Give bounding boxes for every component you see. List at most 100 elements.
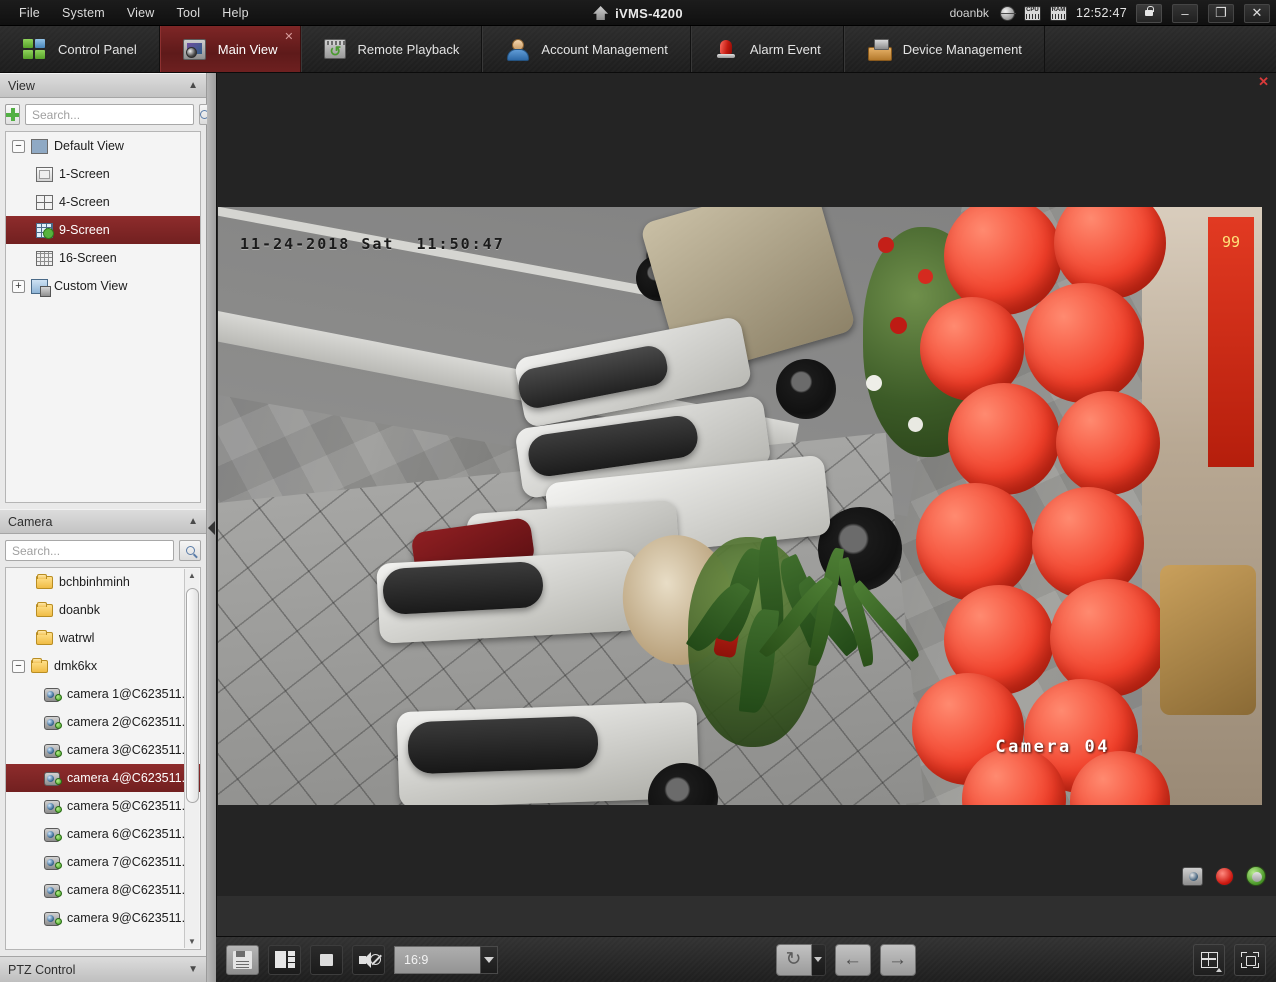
tree-item-custom-view[interactable]: + Custom View <box>6 272 200 300</box>
scrollbar-thumb[interactable] <box>185 588 199 803</box>
tree-item-watrwl[interactable]: watrwl <box>6 624 200 652</box>
tree-item-4-screen[interactable]: 4-Screen <box>6 188 200 216</box>
video-stage: ✕ 99 11-24-2018 Sat 11:50:47 Camera 04 <box>216 73 1276 936</box>
alarm-event-icon <box>714 38 738 60</box>
scene-banner: 99 <box>1208 217 1254 467</box>
chevron-down-icon[interactable]: ▼ <box>188 964 198 975</box>
minimize-button[interactable]: – <box>1172 3 1198 23</box>
tree-item-bchbinhminh[interactable]: bchbinhminh <box>6 568 200 596</box>
tree-item-camera-3[interactable]: camera 3@C623511... <box>6 736 200 764</box>
menu-file[interactable]: File <box>8 3 51 23</box>
tree-item-doanbk[interactable]: doanbk <box>6 596 200 624</box>
tree-item-camera-9[interactable]: camera 9@C623511... <box>6 904 200 932</box>
tab-device-management[interactable]: Device Management <box>843 26 1045 72</box>
menu-tool[interactable]: Tool <box>166 3 212 23</box>
title-bar: File System View Tool Help iVMS-4200 doa… <box>0 0 1276 26</box>
tree-item-camera-5[interactable]: camera 5@C623511... <box>6 792 200 820</box>
scroll-down-icon[interactable]: ▼ <box>186 935 199 948</box>
collapse-expander-icon[interactable]: − <box>12 659 25 673</box>
control-panel-icon <box>22 38 46 60</box>
tree-item-label: bchbinhminh <box>59 575 130 589</box>
aspect-ratio-select[interactable]: 16:9 <box>394 945 498 974</box>
tree-item-dmk6kx[interactable]: − dmk6kx <box>6 652 200 680</box>
camera-search-button[interactable] <box>179 540 201 561</box>
chevron-up-icon[interactable]: ▲ <box>188 516 198 527</box>
layout-button[interactable] <box>268 944 301 975</box>
sidebar-splitter[interactable] <box>207 73 216 982</box>
loop-button[interactable]: ↻ <box>775 943 812 976</box>
camera-icon <box>44 743 62 758</box>
chevron-down-icon <box>484 956 494 963</box>
custom-view-icon <box>31 278 51 297</box>
tree-item-camera-1[interactable]: camera 1@C623511... <box>6 680 200 708</box>
tree-item-label: doanbk <box>59 603 101 617</box>
tree-item-label: 1-Screen <box>59 167 110 181</box>
chevron-down-icon <box>814 957 822 962</box>
main-view-icon <box>182 38 206 60</box>
tree-item-camera-7[interactable]: camera 7@C623511... <box>6 848 200 876</box>
record-icon[interactable] <box>1215 866 1234 886</box>
tree-item-1-screen[interactable]: 1-Screen <box>6 160 200 188</box>
ptz-control-title: PTZ Control <box>8 962 76 977</box>
globe-icon[interactable] <box>999 5 1016 21</box>
titlebar-right-group: doanbk CPU RAM 12:52:47 – ❐ ✕ <box>950 0 1276 26</box>
close-icon[interactable]: ✕ <box>1258 75 1269 88</box>
menu-help[interactable]: Help <box>211 3 260 23</box>
lock-icon[interactable] <box>1136 3 1162 23</box>
camera-panel-header[interactable]: Camera ▲ <box>0 509 206 534</box>
tree-item-16-screen[interactable]: 16-Screen <box>6 244 200 272</box>
menu-view[interactable]: View <box>116 3 166 23</box>
loop-dropdown-button[interactable] <box>811 943 826 976</box>
tree-item-camera-6[interactable]: camera 6@C623511... <box>6 820 200 848</box>
menu-system[interactable]: System <box>51 3 116 23</box>
tab-alarm-event[interactable]: Alarm Event <box>690 26 844 72</box>
ptz-icon[interactable] <box>1246 866 1266 886</box>
close-button[interactable]: ✕ <box>1244 3 1270 23</box>
chevron-up-icon[interactable]: ▲ <box>188 80 198 91</box>
stop-all-button[interactable] <box>310 944 343 975</box>
ptz-control-header[interactable]: PTZ Control ▼ <box>0 956 206 982</box>
clock-label: 12:52:47 <box>1075 6 1127 20</box>
camera-icon <box>44 911 62 926</box>
tree-item-9-screen[interactable]: 9-Screen <box>6 216 200 244</box>
search-icon <box>185 546 195 555</box>
fullscreen-button[interactable] <box>1234 943 1266 976</box>
tree-item-camera-8[interactable]: camera 8@C623511... <box>6 876 200 904</box>
tab-control-panel[interactable]: Control Panel <box>0 26 160 72</box>
window-division-button[interactable] <box>1193 943 1225 976</box>
tree-item-label: camera 3@C623511... <box>67 743 193 757</box>
mute-button[interactable] <box>352 944 385 975</box>
loop-group: ↻ <box>775 943 826 976</box>
video-pane[interactable]: ✕ 99 11-24-2018 Sat 11:50:47 Camera 04 <box>217 73 1276 896</box>
aspect-ratio-value[interactable]: 16:9 <box>394 945 480 974</box>
save-view-button[interactable] <box>226 944 259 975</box>
tree-item-camera-2[interactable]: camera 2@C623511... <box>6 708 200 736</box>
video-camera-label: Camera 04 <box>995 737 1110 757</box>
expand-expander-icon[interactable]: + <box>12 279 25 293</box>
next-page-button[interactable]: → <box>879 943 916 976</box>
collapse-sidebar-icon[interactable] <box>208 521 215 535</box>
live-video-feed[interactable]: 99 11-24-2018 Sat 11:50:47 Camera 04 <box>218 207 1262 805</box>
view-search-input[interactable] <box>25 104 194 125</box>
previous-page-button[interactable]: ← <box>834 943 871 976</box>
add-view-button[interactable] <box>5 104 20 125</box>
view-panel-header[interactable]: View ▲ <box>0 73 206 98</box>
aspect-ratio-dropdown-button[interactable] <box>480 945 498 974</box>
camera-tree-scrollbar[interactable]: ▲ ▼ <box>184 569 199 948</box>
collapse-expander-icon[interactable]: − <box>12 139 25 153</box>
restore-button[interactable]: ❐ <box>1208 3 1234 23</box>
tree-item-default-view[interactable]: − Default View <box>6 132 200 160</box>
scrollbar-track[interactable] <box>185 582 199 935</box>
scroll-up-icon[interactable]: ▲ <box>186 569 199 582</box>
scene-wheel <box>776 359 836 419</box>
tab-remote-playback[interactable]: Remote Playback <box>300 26 483 72</box>
tab-account-management[interactable]: Account Management <box>482 26 691 72</box>
tree-item-camera-4[interactable]: camera 4@C623511... <box>6 764 200 792</box>
tab-label: Control Panel <box>58 41 137 57</box>
tab-close-icon[interactable]: ✕ <box>284 30 293 43</box>
camera-search-input[interactable] <box>5 540 174 561</box>
tree-item-label: camera 6@C623511... <box>67 827 193 841</box>
tab-label: Device Management <box>902 41 1022 57</box>
snapshot-icon[interactable] <box>1182 866 1203 886</box>
tab-main-view[interactable]: Main View ✕ <box>159 26 301 72</box>
